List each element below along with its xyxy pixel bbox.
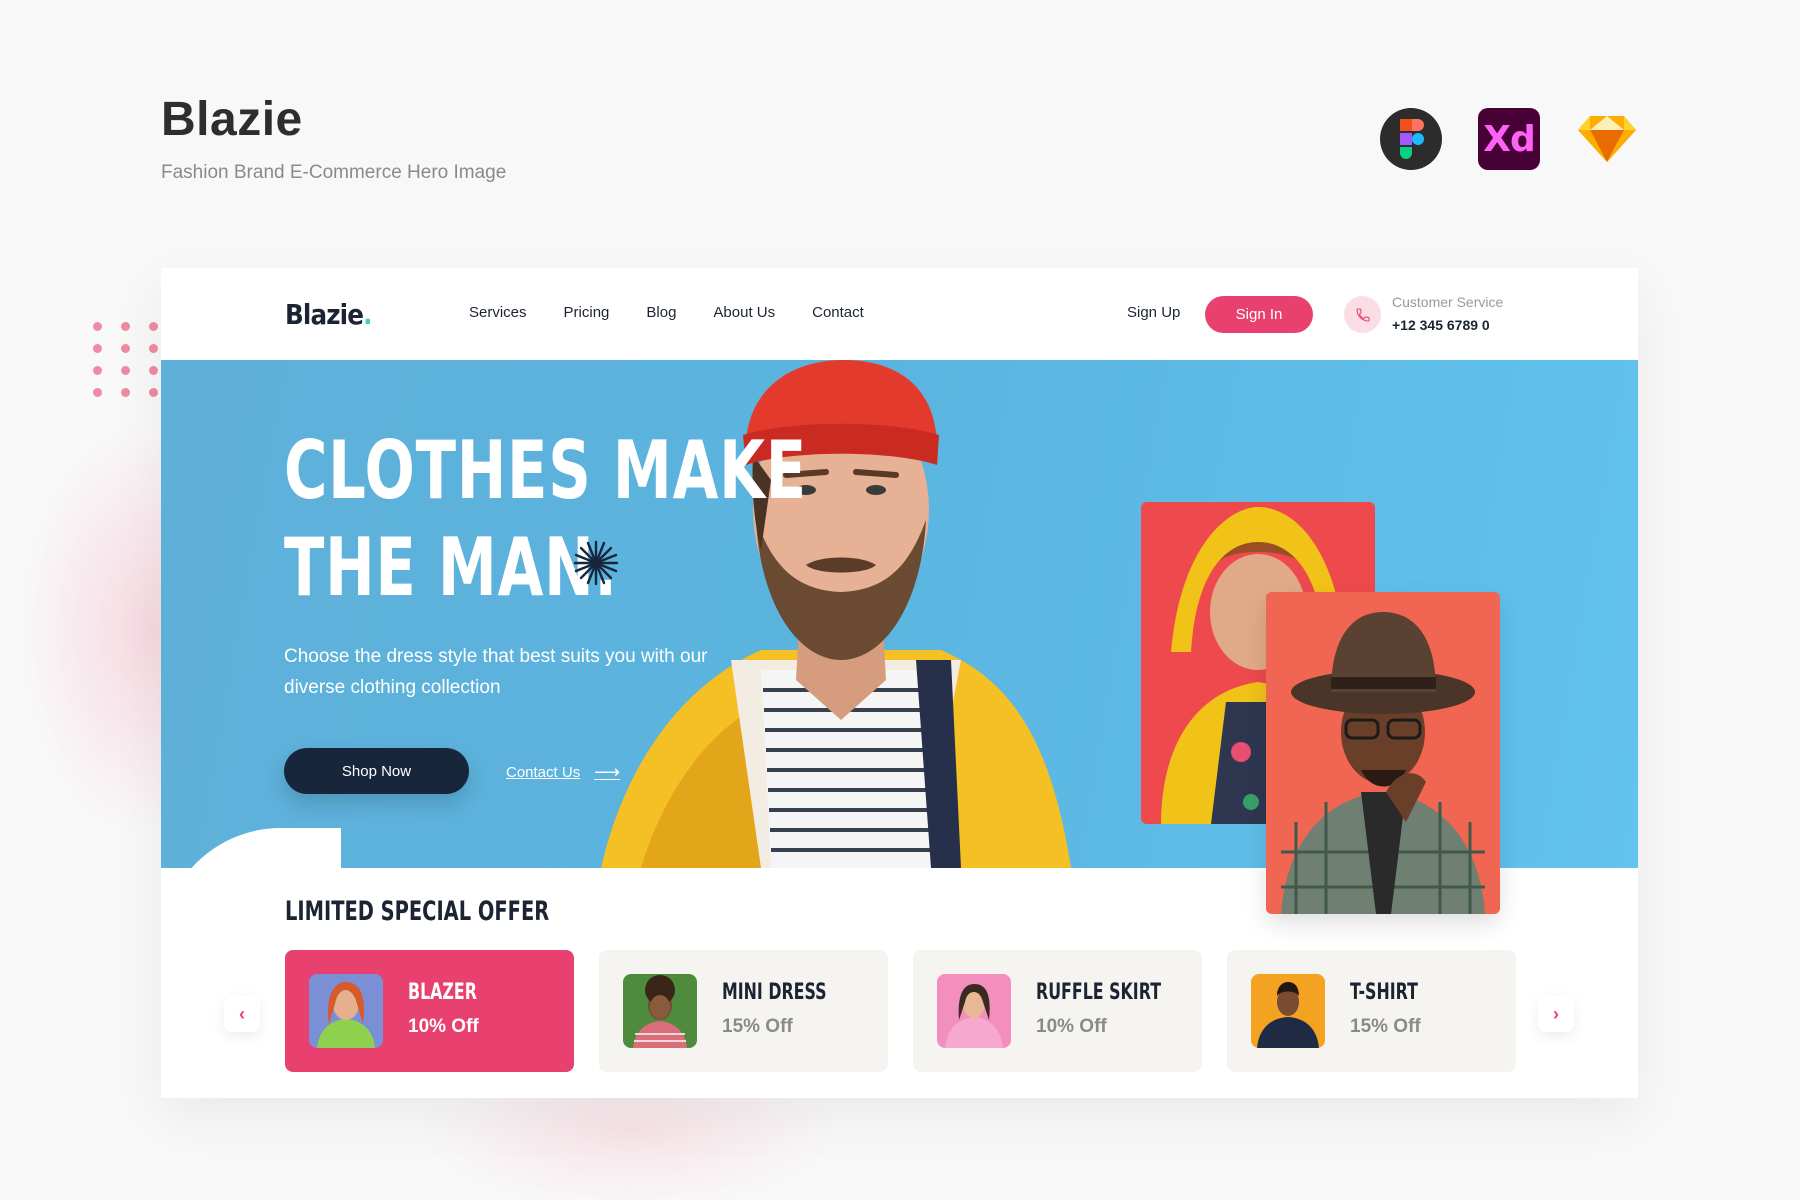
offer-card-t-shirt[interactable]: T-SHIRT 15% Off <box>1227 950 1516 1072</box>
offer-card-blazer[interactable]: BLAZER 10% Off <box>285 950 574 1072</box>
offer-thumbnail <box>937 974 1011 1048</box>
offer-name: MINI DRESS <box>722 980 827 1005</box>
nav-link-about-us[interactable]: About Us <box>713 304 775 321</box>
carousel-prev-button[interactable]: ‹ <box>224 996 260 1032</box>
offer-discount: 10% Off <box>1036 1016 1107 1037</box>
sparkle-icon <box>573 540 619 586</box>
arrow-right-icon: ⟶ <box>594 762 621 782</box>
nav-link-contact[interactable]: Contact <box>812 304 864 321</box>
nav-link-pricing[interactable]: Pricing <box>564 304 610 321</box>
customer-service-number[interactable]: +12 345 6789 0 <box>1392 317 1490 333</box>
offer-card-mini-dress[interactable]: MINI DRESS 15% Off <box>599 950 888 1072</box>
carousel-next-button[interactable]: › <box>1538 996 1574 1032</box>
xd-icon: Xd <box>1478 108 1540 170</box>
sign-in-button[interactable]: Sign In <box>1205 296 1313 333</box>
offer-name: RUFFLE SKIRT <box>1036 980 1161 1005</box>
presentation-subtitle: Fashion Brand E-Commerce Hero Image <box>161 162 507 183</box>
offer-thumbnail <box>309 974 383 1048</box>
contact-us-label: Contact Us <box>506 764 581 781</box>
offer-discount: 10% Off <box>408 1016 479 1037</box>
contact-us-link[interactable]: Contact Us ⟶ <box>506 762 620 783</box>
hero-description: Choose the dress style that best suits y… <box>284 646 708 698</box>
offer-carousel: BLAZER 10% Off MINI DRESS 15% Off RUFFLE… <box>285 950 1516 1072</box>
offer-thumbnail <box>1251 974 1325 1048</box>
model-photo-hat <box>1266 592 1500 914</box>
nav-link-services[interactable]: Services <box>469 304 527 321</box>
decorative-dots <box>93 322 163 402</box>
offer-discount: 15% Off <box>1350 1016 1421 1037</box>
offer-card-ruffle-skirt[interactable]: RUFFLE SKIRT 10% Off <box>913 950 1202 1072</box>
customer-service-label: Customer Service <box>1392 294 1504 310</box>
shop-now-button[interactable]: Shop Now <box>284 748 469 794</box>
hero-headline: CLOTHES MAKE THE MAN. <box>284 424 807 614</box>
sign-up-link[interactable]: Sign Up <box>1127 304 1180 321</box>
offer-name: BLAZER <box>408 980 477 1005</box>
figma-icon <box>1380 108 1442 170</box>
offer-name: T-SHIRT <box>1350 980 1418 1005</box>
nav-links: Services Pricing Blog About Us Contact <box>469 304 901 321</box>
nav-link-blog[interactable]: Blog <box>646 304 676 321</box>
brand-logo[interactable]: Blazie. <box>285 298 372 331</box>
navbar: Blazie. Services Pricing Blog About Us C… <box>161 268 1638 360</box>
offer-thumbnail <box>623 974 697 1048</box>
offer-discount: 15% Off <box>722 1016 793 1037</box>
presentation-title: Blazie <box>161 93 303 146</box>
website-mockup: Blazie. Services Pricing Blog About Us C… <box>161 268 1638 1098</box>
sketch-icon <box>1576 108 1638 170</box>
special-offer-title: LIMITED SPECIAL OFFER <box>285 896 550 927</box>
phone-icon[interactable] <box>1344 296 1381 333</box>
